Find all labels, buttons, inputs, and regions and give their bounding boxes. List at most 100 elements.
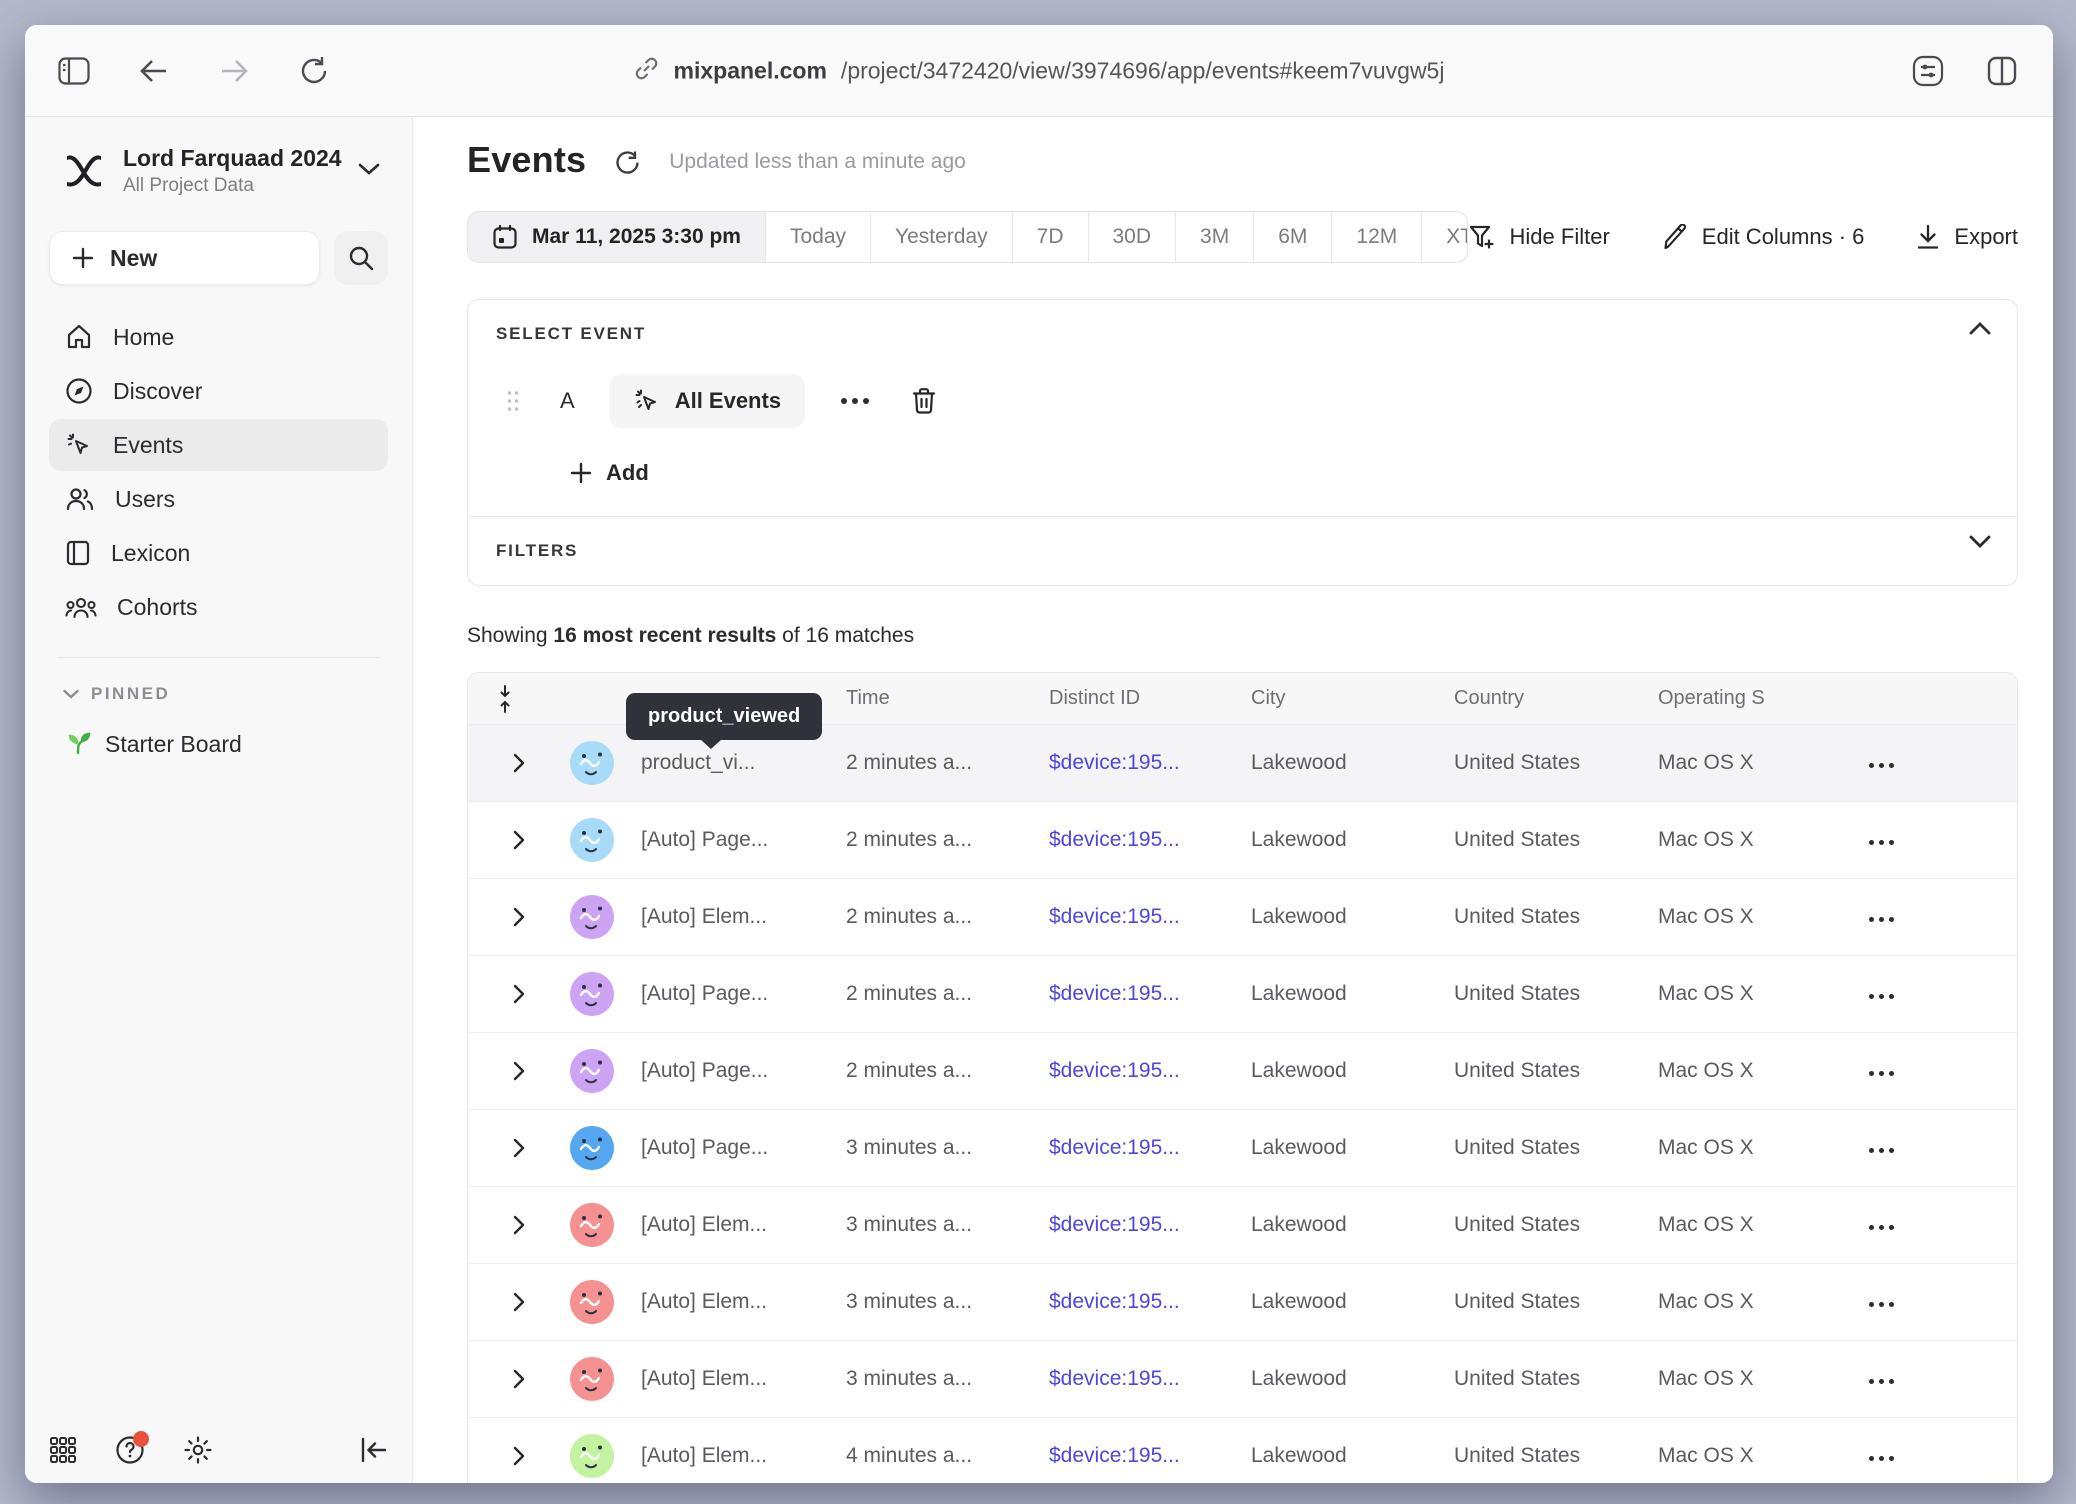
search-button[interactable] [334,231,388,285]
distinct-id-link[interactable]: $device:195... [1022,1059,1224,1083]
sidebar-item-discover[interactable]: Discover [49,365,388,417]
link-icon [634,55,660,86]
column-header-time[interactable]: Time [819,687,1022,710]
range-yesterday[interactable]: Yesterday [871,212,1013,262]
collapse-rows-icon[interactable] [468,684,542,714]
distinct-id-link[interactable]: $device:195... [1022,1213,1224,1237]
event-avatar [570,1280,614,1324]
expand-row-icon[interactable] [513,1292,525,1312]
range-12m[interactable]: 12M [1332,212,1422,262]
range-7d[interactable]: 7D [1013,212,1089,262]
event-time: 2 minutes a... [819,905,1022,929]
trash-icon[interactable] [911,387,937,415]
table-row[interactable]: [Auto] Page... 2 minutes a... $device:19… [468,802,2017,879]
apps-grid-icon[interactable] [49,1436,77,1464]
expand-row-icon[interactable] [513,1215,525,1235]
new-button[interactable]: New [49,231,320,285]
range-3m[interactable]: 3M [1176,212,1254,262]
row-more-icon[interactable] [1869,1141,1894,1156]
row-more-icon[interactable] [1869,1295,1894,1310]
table-row[interactable]: [Auto] Page... 3 minutes a... $device:19… [468,1110,2017,1187]
table-row[interactable]: [Auto] Elem... 3 minutes a... $device:19… [468,1341,2017,1418]
hide-filter-button[interactable]: Hide Filter [1468,224,1610,250]
range-xtd[interactable]: XTD [1422,212,1467,262]
browser-extra-controls [1911,54,2019,88]
workspace-switcher[interactable]: Lord Farquaad 2024 All Project Data [49,139,388,203]
event-os: Mac OS X [1631,1213,1835,1237]
drag-handle-icon[interactable] [506,389,520,413]
row-more-icon[interactable] [1869,833,1894,848]
column-header-os[interactable]: Operating S [1631,687,1835,710]
sidebar-item-cohorts[interactable]: Cohorts [49,581,388,633]
row-more-icon[interactable] [1869,1064,1894,1079]
split-view-icon[interactable] [1985,54,2019,88]
address-bar[interactable]: mixpanel.com/project/3472420/view/397469… [634,55,1445,86]
distinct-id-link[interactable]: $device:195... [1022,982,1224,1006]
column-header-city[interactable]: City [1224,687,1427,710]
event-selector-chip[interactable]: All Events [609,374,805,428]
expand-row-icon[interactable] [513,830,525,850]
row-more-icon[interactable] [1869,1449,1894,1464]
refresh-icon[interactable] [297,54,331,88]
sidebar-item-users[interactable]: Users [49,473,388,525]
expand-section-icon[interactable] [1969,535,1991,551]
help-icon[interactable] [115,1435,145,1465]
distinct-id-link[interactable]: $device:195... [1022,828,1224,852]
sidebar-toggle-icon[interactable] [57,54,91,88]
page-settings-icon[interactable] [1911,54,1945,88]
pinned-section-toggle[interactable]: PINNED [63,684,388,704]
distinct-id-link[interactable]: $device:195... [1022,1367,1224,1391]
add-event-button[interactable]: Add [570,460,649,486]
event-country: United States [1427,1136,1631,1160]
sidebar-item-starter-board[interactable]: Starter Board [49,718,388,770]
distinct-id-link[interactable]: $device:195... [1022,751,1224,775]
distinct-id-link[interactable]: $device:195... [1022,1444,1224,1468]
row-more-icon[interactable] [1869,1372,1894,1387]
event-os: Mac OS X [1631,828,1835,852]
column-header-distinct-id[interactable]: Distinct ID [1022,687,1224,710]
sidebar-item-events[interactable]: Events [49,419,388,471]
table-row[interactable]: [Auto] Page... 2 minutes a... $device:19… [468,1033,2017,1110]
settings-gear-icon[interactable] [183,1435,213,1465]
sidebar-item-label: Events [113,432,183,459]
event-os: Mac OS X [1631,751,1835,775]
sidebar: Lord Farquaad 2024 All Project Data New [25,117,413,1483]
table-row[interactable]: [Auto] Page... 2 minutes a... $device:19… [468,956,2017,1033]
range-6m[interactable]: 6M [1254,212,1332,262]
table-row[interactable]: [Auto] Elem... 4 minutes a... $device:19… [468,1418,2017,1483]
expand-row-icon[interactable] [513,984,525,1004]
row-more-icon[interactable] [1869,1218,1894,1233]
table-row[interactable]: [Auto] Elem... 3 minutes a... $device:19… [468,1264,2017,1341]
row-more-icon[interactable] [1869,756,1894,771]
event-query-row: A All Events [496,374,1989,428]
expand-row-icon[interactable] [513,1369,525,1389]
sidebar-item-home[interactable]: Home [49,311,388,363]
sidebar-item-lexicon[interactable]: Lexicon [49,527,388,579]
expand-row-icon[interactable] [513,1138,525,1158]
event-avatar [570,818,614,862]
collapse-sidebar-icon[interactable] [360,1437,388,1463]
row-more-icon[interactable] [1869,910,1894,925]
back-icon[interactable] [137,54,171,88]
expand-row-icon[interactable] [513,753,525,773]
date-picker-button[interactable]: Mar 11, 2025 3:30 pm [468,212,766,262]
expand-row-icon[interactable] [513,1446,525,1466]
distinct-id-link[interactable]: $device:195... [1022,1136,1224,1160]
range-today[interactable]: Today [766,212,871,262]
edit-columns-button[interactable]: Edit Columns · 6 [1662,224,1865,250]
table-row[interactable]: [Auto] Elem... 3 minutes a... $device:19… [468,1187,2017,1264]
distinct-id-link[interactable]: $device:195... [1022,1290,1224,1314]
export-button[interactable]: Export [1916,224,2018,250]
column-header-country[interactable]: Country [1427,687,1631,710]
expand-row-icon[interactable] [513,907,525,927]
table-row[interactable]: [Auto] Elem... 2 minutes a... $device:19… [468,879,2017,956]
distinct-id-link[interactable]: $device:195... [1022,905,1224,929]
forward-icon[interactable] [217,54,251,88]
browser-toolbar: mixpanel.com/project/3472420/view/397469… [25,25,2053,117]
row-more-icon[interactable] [1869,987,1894,1002]
expand-row-icon[interactable] [513,1061,525,1081]
collapse-section-icon[interactable] [1969,322,1991,338]
range-30d[interactable]: 30D [1089,212,1177,262]
refresh-results-icon[interactable] [614,149,641,176]
event-more-icon[interactable] [841,398,869,404]
